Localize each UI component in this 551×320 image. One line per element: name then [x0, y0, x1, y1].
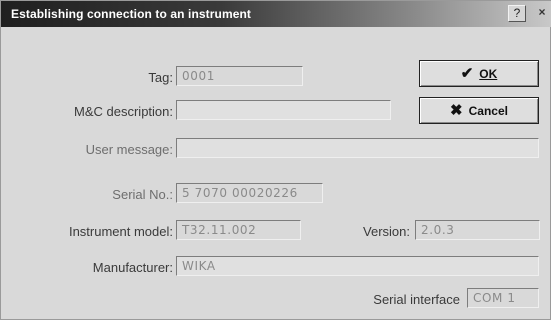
- serial-interface-field: COM 1: [467, 288, 539, 308]
- version-label: Version:: [363, 224, 410, 239]
- close-icon[interactable]: ×: [534, 5, 550, 20]
- user-message-label: User message:: [85, 142, 173, 157]
- serial-no-label: Serial No.:: [112, 187, 173, 202]
- window-title: Establishing connection to an instrument: [11, 7, 252, 21]
- ok-label: OK: [479, 66, 498, 81]
- user-message-field[interactable]: [176, 138, 539, 158]
- instrument-model-label: Instrument model:: [68, 224, 173, 239]
- help-icon[interactable]: ?: [508, 5, 526, 22]
- x-icon: ✖: [450, 102, 463, 119]
- version-field: 2.0.3: [415, 220, 540, 240]
- serial-interface-label: Serial interface: [373, 292, 460, 307]
- connection-dialog: Establishing connection to an instrument…: [0, 0, 551, 320]
- tag-field[interactable]: 0001: [176, 66, 303, 86]
- mc-description-label: M&C description:: [74, 104, 173, 119]
- tag-label: Tag:: [148, 70, 173, 85]
- instrument-model-field: T32.11.002: [176, 220, 301, 240]
- cancel-label: Cancel: [468, 103, 508, 118]
- manufacturer-field: WIKA: [176, 256, 539, 276]
- serial-no-field: 5 7070 00020226: [176, 183, 323, 203]
- manufacturer-label: Manufacturer:: [92, 260, 173, 275]
- mc-description-field[interactable]: [176, 100, 391, 120]
- checkmark-icon: ✔: [460, 65, 474, 82]
- ok-button[interactable]: ✔ OK: [419, 60, 539, 87]
- title-bar: Establishing connection to an instrument…: [1, 1, 551, 27]
- cancel-button[interactable]: ✖ Cancel: [419, 97, 539, 124]
